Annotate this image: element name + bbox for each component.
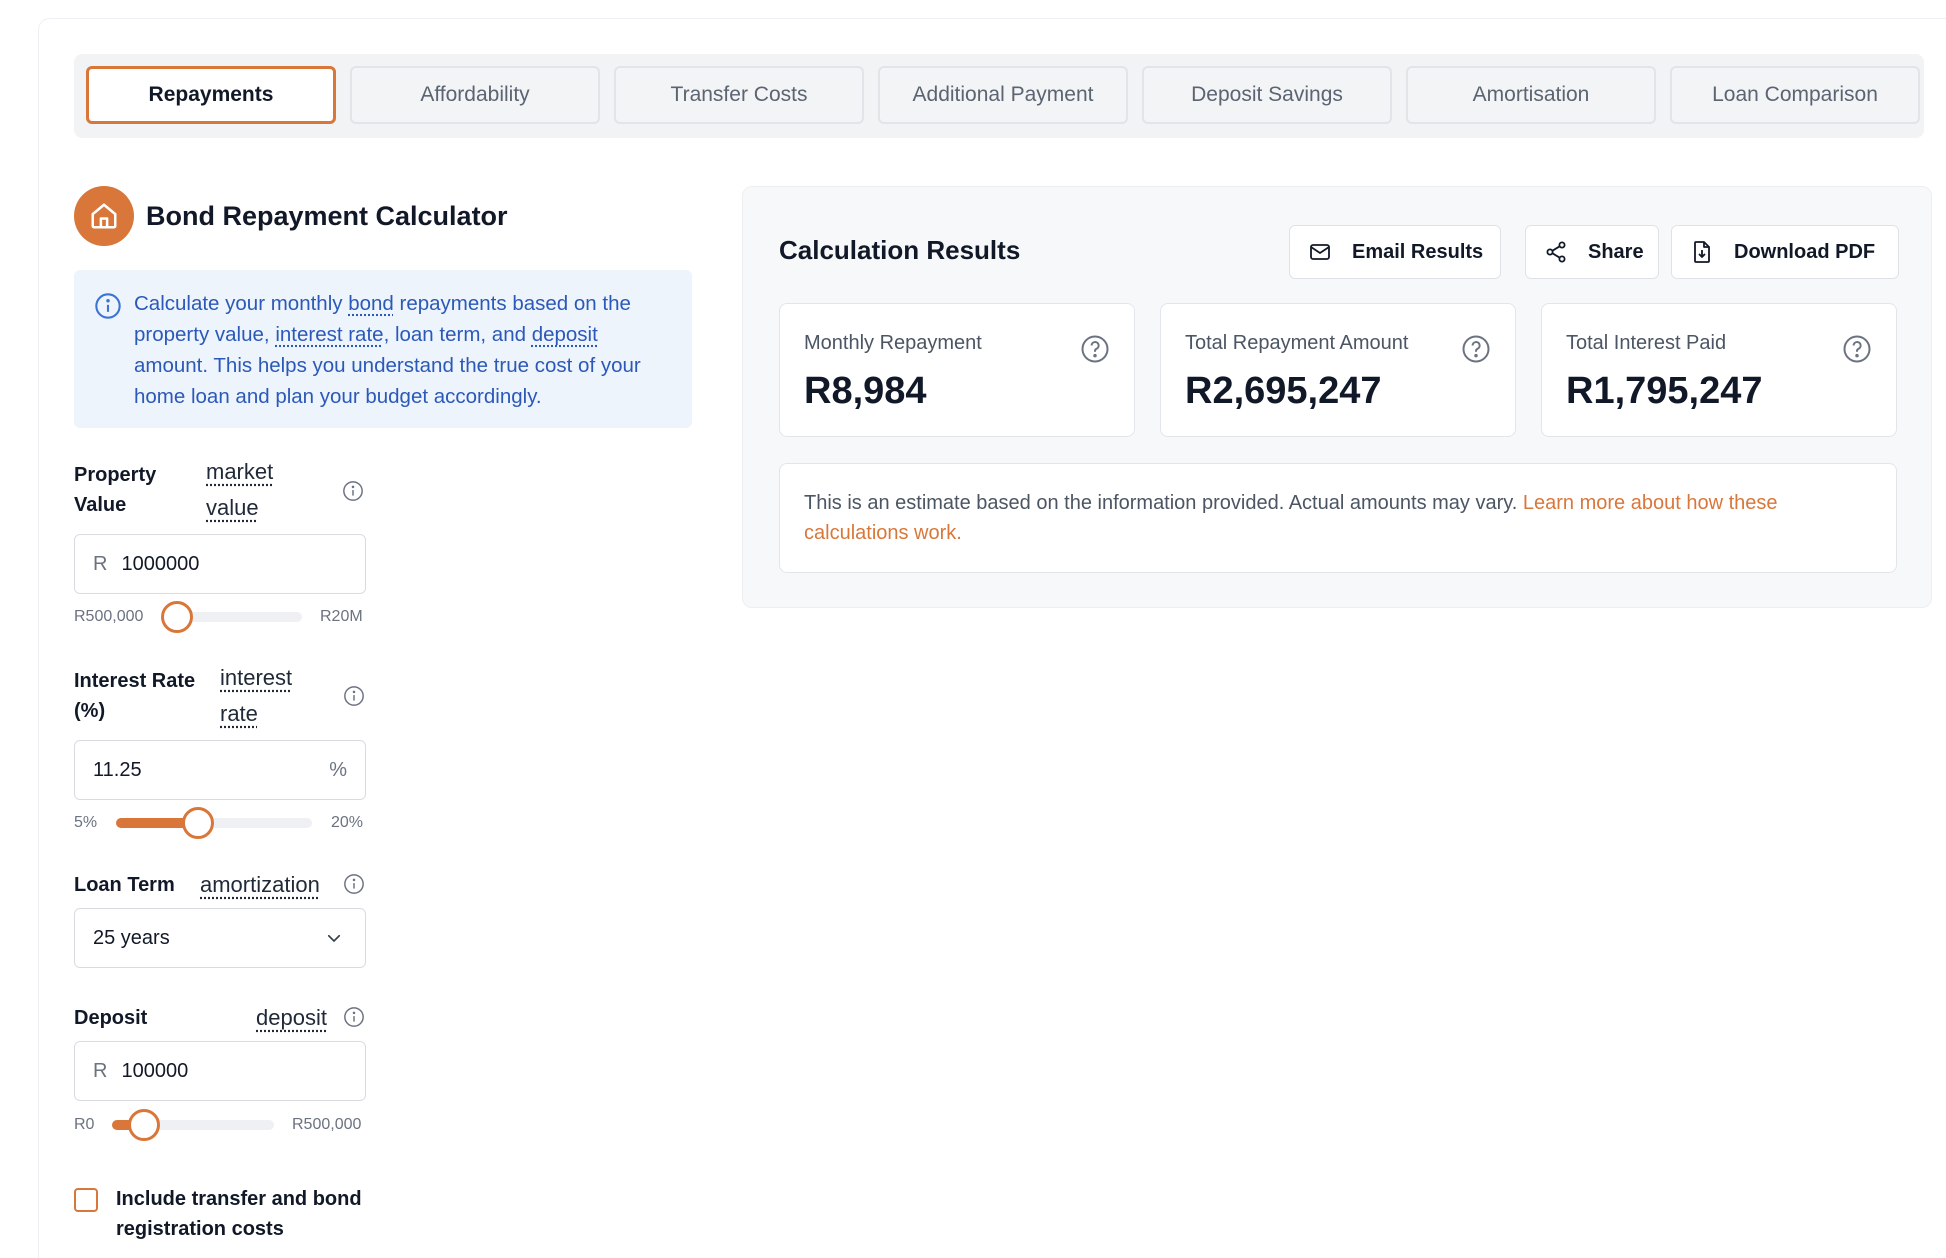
property-value-slider[interactable] xyxy=(160,601,302,633)
email-results-button[interactable]: Email Results xyxy=(1289,225,1501,279)
tab-affordability[interactable]: Affordability xyxy=(350,66,600,124)
interest-rate-label: Interest Rate (%) xyxy=(74,670,196,722)
metric-total-repayment: Total Repayment Amount R2,695,247 xyxy=(1160,303,1516,437)
metric-total-interest: Total Interest Paid R1,795,247 xyxy=(1541,303,1897,437)
download-pdf-button[interactable]: Download PDF xyxy=(1671,225,1899,279)
deposit-min-label: R0 xyxy=(74,1116,95,1133)
property-value-input[interactable]: R 1000000 xyxy=(74,534,366,594)
interest-rate-max-label: 20% xyxy=(331,814,364,831)
deposit-input[interactable]: R 100000 xyxy=(74,1041,366,1101)
include-costs-label[interactable]: Include transfer and bond registration c… xyxy=(116,1184,376,1244)
term-market-value[interactable]: market value xyxy=(206,454,273,526)
share-icon xyxy=(1546,241,1566,263)
loan-term-info-icon[interactable] xyxy=(343,873,365,895)
results-panel: Calculation Results Email Results Share … xyxy=(742,186,1932,608)
property-value-max-label: R20M xyxy=(320,608,363,625)
term-bond[interactable]: bond xyxy=(348,292,394,315)
loan-term-select[interactable]: 25 years xyxy=(74,908,366,968)
info-text: Calculate your monthly bond repayments b… xyxy=(134,292,641,408)
loan-term-label: Loan Term xyxy=(74,874,175,896)
term-interest-rate[interactable]: interest rate xyxy=(275,323,383,346)
deposit-max-label: R500,000 xyxy=(292,1116,362,1133)
interest-rate-info-icon[interactable] xyxy=(343,685,365,707)
help-circle-icon[interactable] xyxy=(1461,334,1491,369)
tab-transfer-costs[interactable]: Transfer Costs xyxy=(614,66,864,124)
tab-loan-comparison[interactable]: Loan Comparison xyxy=(1670,66,1920,124)
share-button[interactable]: Share xyxy=(1525,225,1659,279)
tab-bar: Repayments Affordability Transfer Costs … xyxy=(74,54,1924,138)
disclaimer: This is an estimate based on the informa… xyxy=(779,463,1897,573)
mail-icon xyxy=(1310,244,1330,260)
help-circle-icon[interactable] xyxy=(1080,334,1110,369)
interest-rate-min-label: 5% xyxy=(74,814,98,831)
deposit-info-icon[interactable] xyxy=(343,1006,365,1028)
property-value-label: Property Value xyxy=(74,464,157,516)
deposit-label: Deposit xyxy=(74,1007,148,1029)
calculator-title: Bond Repayment Calculator xyxy=(146,200,508,231)
file-download-icon xyxy=(1694,241,1710,263)
term-amortization[interactable]: amortization xyxy=(200,867,320,903)
interest-rate-input[interactable]: 11.25 % xyxy=(74,740,366,800)
info-icon xyxy=(94,292,122,325)
chevron-down-icon xyxy=(325,929,343,953)
tab-deposit-savings[interactable]: Deposit Savings xyxy=(1142,66,1392,124)
tab-repayments[interactable]: Repayments xyxy=(86,66,336,124)
info-box: Calculate your monthly bond repayments b… xyxy=(74,270,692,428)
tab-additional-payment[interactable]: Additional Payment xyxy=(878,66,1128,124)
deposit-slider[interactable] xyxy=(112,1109,274,1141)
interest-rate-slider[interactable] xyxy=(116,807,312,839)
include-costs-checkbox[interactable] xyxy=(74,1188,98,1212)
property-value-info-icon[interactable] xyxy=(342,480,364,502)
tab-amortisation[interactable]: Amortisation xyxy=(1406,66,1656,124)
term-deposit[interactable]: deposit xyxy=(532,323,598,346)
property-value-min-label: R500,000 xyxy=(74,608,144,625)
home-icon xyxy=(74,186,134,246)
metric-monthly-repayment: Monthly Repayment R8,984 xyxy=(779,303,1135,437)
calculator-header: Bond Repayment Calculator xyxy=(74,186,508,246)
property-value-slider-thumb[interactable] xyxy=(160,601,193,633)
term-interest-rate-field[interactable]: interest rate xyxy=(220,660,292,732)
results-title: Calculation Results xyxy=(779,235,1021,265)
term-deposit-field[interactable]: deposit xyxy=(256,1000,327,1036)
help-circle-icon[interactable] xyxy=(1842,334,1872,369)
